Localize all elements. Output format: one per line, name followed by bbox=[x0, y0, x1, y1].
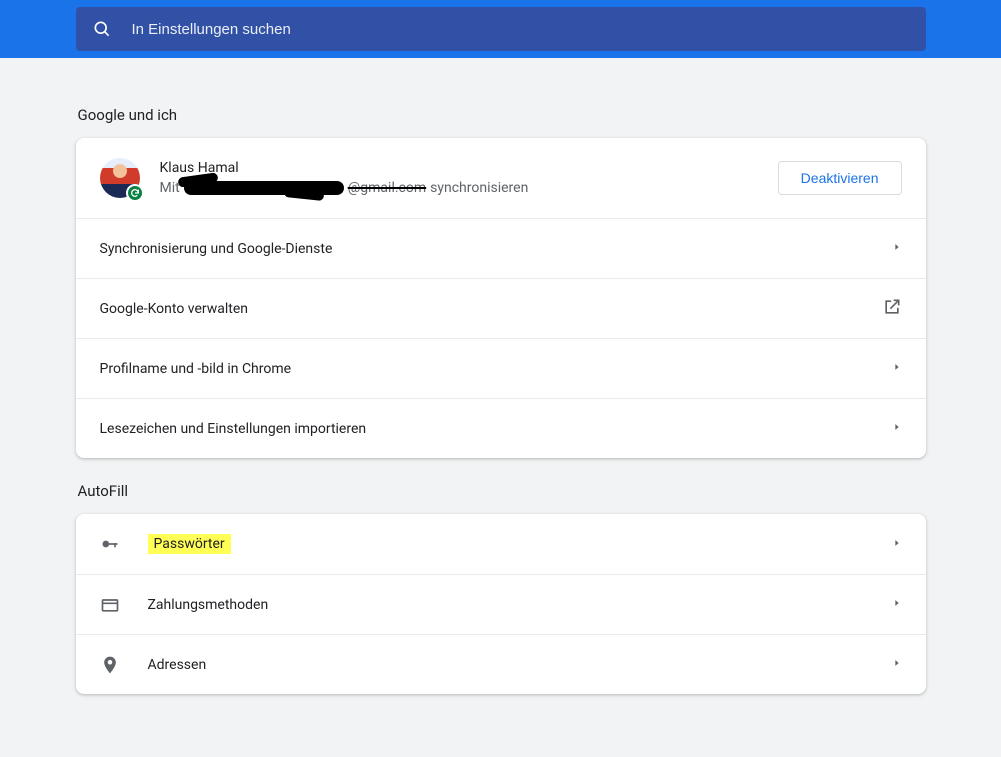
search-field[interactable] bbox=[76, 7, 926, 51]
settings-content: Google und ich Klaus Hamal Mit @gmail.co… bbox=[76, 58, 926, 734]
open-external-icon bbox=[882, 297, 902, 321]
row-label: Google-Konto verwalten bbox=[100, 301, 882, 317]
sync-badge-icon bbox=[126, 184, 144, 202]
chevron-right-icon bbox=[892, 537, 902, 552]
profile-name: Klaus Hamal bbox=[160, 160, 778, 176]
row-sync-services[interactable]: Synchronisierung und Google-Dienste bbox=[76, 218, 926, 278]
row-label: Synchronisierung und Google-Dienste bbox=[100, 241, 892, 257]
top-bar bbox=[0, 0, 1001, 58]
section-title-autofill: AutoFill bbox=[78, 482, 926, 500]
row-addresses[interactable]: Adressen bbox=[76, 634, 926, 694]
card-autofill: Passwörter Zahlungsmethoden Adress bbox=[76, 514, 926, 694]
email-visible-part: @gmail.com bbox=[348, 180, 426, 196]
deactivate-button[interactable]: Deaktivieren bbox=[778, 161, 902, 195]
row-manage-account[interactable]: Google-Konto verwalten bbox=[76, 278, 926, 338]
chevron-right-icon bbox=[892, 361, 902, 376]
section-title-google: Google und ich bbox=[78, 106, 926, 124]
search-input[interactable] bbox=[130, 20, 910, 39]
row-import-bookmarks[interactable]: Lesezeichen und Einstellungen importiere… bbox=[76, 398, 926, 458]
row-passwords[interactable]: Passwörter bbox=[76, 514, 926, 574]
profile-row: Klaus Hamal Mit @gmail.com synchronisier… bbox=[76, 138, 926, 218]
key-icon bbox=[100, 534, 120, 554]
location-pin-icon bbox=[100, 655, 120, 675]
chevron-right-icon bbox=[892, 421, 902, 436]
row-profile-name-image[interactable]: Profilname und -bild in Chrome bbox=[76, 338, 926, 398]
sub-suffix: synchronisieren bbox=[430, 180, 528, 196]
row-payment-methods[interactable]: Zahlungsmethoden bbox=[76, 574, 926, 634]
row-label: Zahlungsmethoden bbox=[148, 597, 892, 613]
row-label: Adressen bbox=[148, 657, 892, 673]
avatar bbox=[100, 158, 140, 198]
chevron-right-icon bbox=[892, 597, 902, 612]
row-label: Lesezeichen und Einstellungen importiere… bbox=[100, 421, 892, 437]
profile-text: Klaus Hamal Mit @gmail.com synchronisier… bbox=[160, 160, 778, 196]
chevron-right-icon bbox=[892, 657, 902, 672]
card-google: Klaus Hamal Mit @gmail.com synchronisier… bbox=[76, 138, 926, 458]
row-label: Profilname und -bild in Chrome bbox=[100, 361, 892, 377]
chevron-right-icon bbox=[892, 241, 902, 256]
redacted-email bbox=[184, 181, 344, 195]
credit-card-icon bbox=[100, 595, 120, 615]
row-label-highlighted: Passwörter bbox=[148, 534, 231, 554]
sub-prefix: Mit bbox=[160, 180, 180, 196]
search-icon bbox=[92, 19, 112, 39]
profile-subline: Mit @gmail.com synchronisieren bbox=[160, 180, 778, 196]
